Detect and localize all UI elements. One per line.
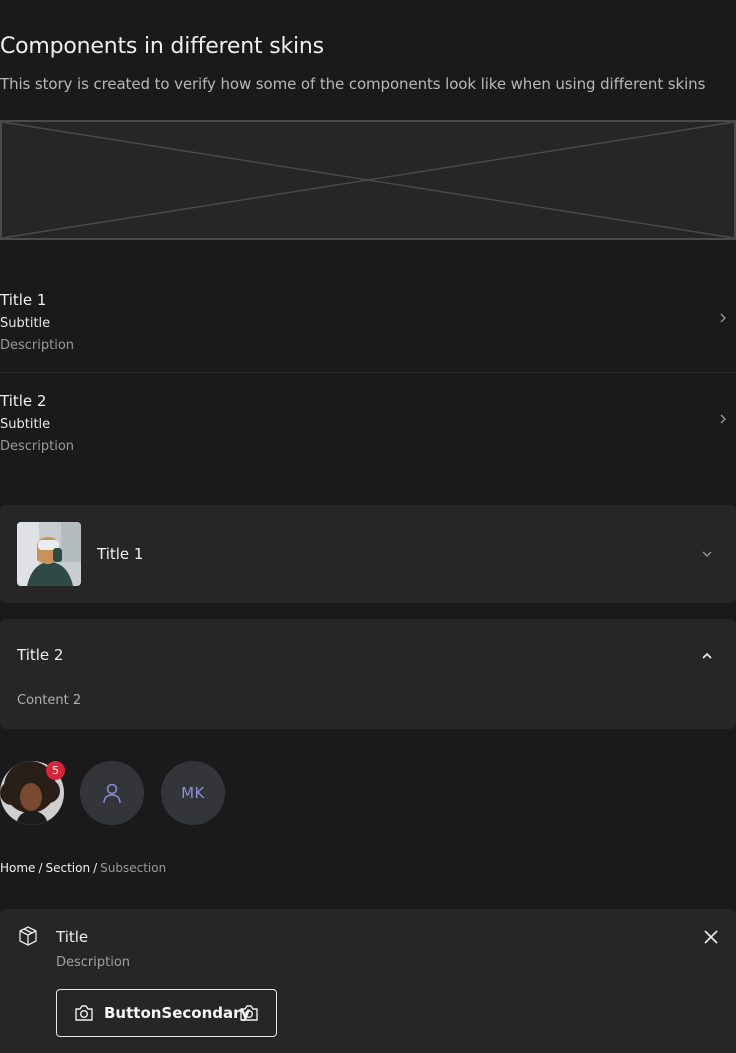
- callout-title: Title: [56, 928, 89, 946]
- box-icon: [19, 926, 37, 946]
- chevron-up-icon: [702, 652, 712, 659]
- accordion-title: Title 2: [17, 646, 64, 664]
- list-item-subtitle: Subtitle: [0, 417, 51, 432]
- user-icon: [103, 783, 121, 804]
- breadcrumb-home[interactable]: Home: [0, 861, 35, 875]
- callout-description: Description: [56, 955, 131, 970]
- breadcrumb: Home / Section / Subsection: [0, 861, 166, 875]
- camera-icon: [240, 1005, 258, 1021]
- list-item[interactable]: Title 2 Subtitle Description: [0, 392, 736, 493]
- avatar-initials[interactable]: MK: [161, 761, 225, 825]
- chevron-right-icon: [720, 414, 726, 424]
- list-item-description: Description: [0, 439, 75, 454]
- breadcrumb-current: Subsection: [100, 861, 167, 875]
- list-item-subtitle: Subtitle: [0, 316, 51, 331]
- avatar-icon[interactable]: [80, 761, 144, 825]
- image-placeholder: [0, 120, 736, 240]
- chevron-down-icon: [702, 551, 712, 557]
- page-title: Components in different skins: [0, 34, 324, 59]
- accordion-title: Title 1: [97, 545, 144, 563]
- accordion-content: Content 2: [17, 693, 82, 708]
- list-item-title: Title 1: [0, 291, 47, 309]
- close-icon[interactable]: [704, 930, 718, 944]
- button-label: ButtonSecondary: [104, 1004, 251, 1022]
- secondary-button[interactable]: ButtonSecondary: [56, 989, 277, 1037]
- breadcrumb-section[interactable]: Section: [45, 861, 90, 875]
- breadcrumb-separator: /: [93, 861, 98, 875]
- breadcrumb-separator: /: [38, 861, 43, 875]
- notification-badge: 5: [46, 761, 65, 780]
- accordion-header[interactable]: Title 2: [0, 619, 736, 691]
- list-item-description: Description: [0, 338, 75, 353]
- page-intro: This story is created to verify how some…: [0, 75, 706, 93]
- avatar-photo[interactable]: 5: [0, 761, 65, 825]
- list-item-title: Title 2: [0, 392, 47, 410]
- accordion-thumbnail: [17, 522, 81, 586]
- page: Components in different skins This story…: [0, 0, 736, 1053]
- camera-icon: [75, 1005, 93, 1021]
- accordion-item-2: Title 2 Content 2: [0, 619, 736, 729]
- list-divider: [0, 372, 736, 373]
- chevron-right-icon: [720, 313, 726, 323]
- accordion-item-1[interactable]: Title 1: [0, 505, 736, 603]
- list-item[interactable]: Title 1 Subtitle Description: [0, 291, 736, 392]
- callout: Title Description ButtonSecondary: [0, 909, 736, 1053]
- placeholder-cross-icon: [2, 122, 734, 238]
